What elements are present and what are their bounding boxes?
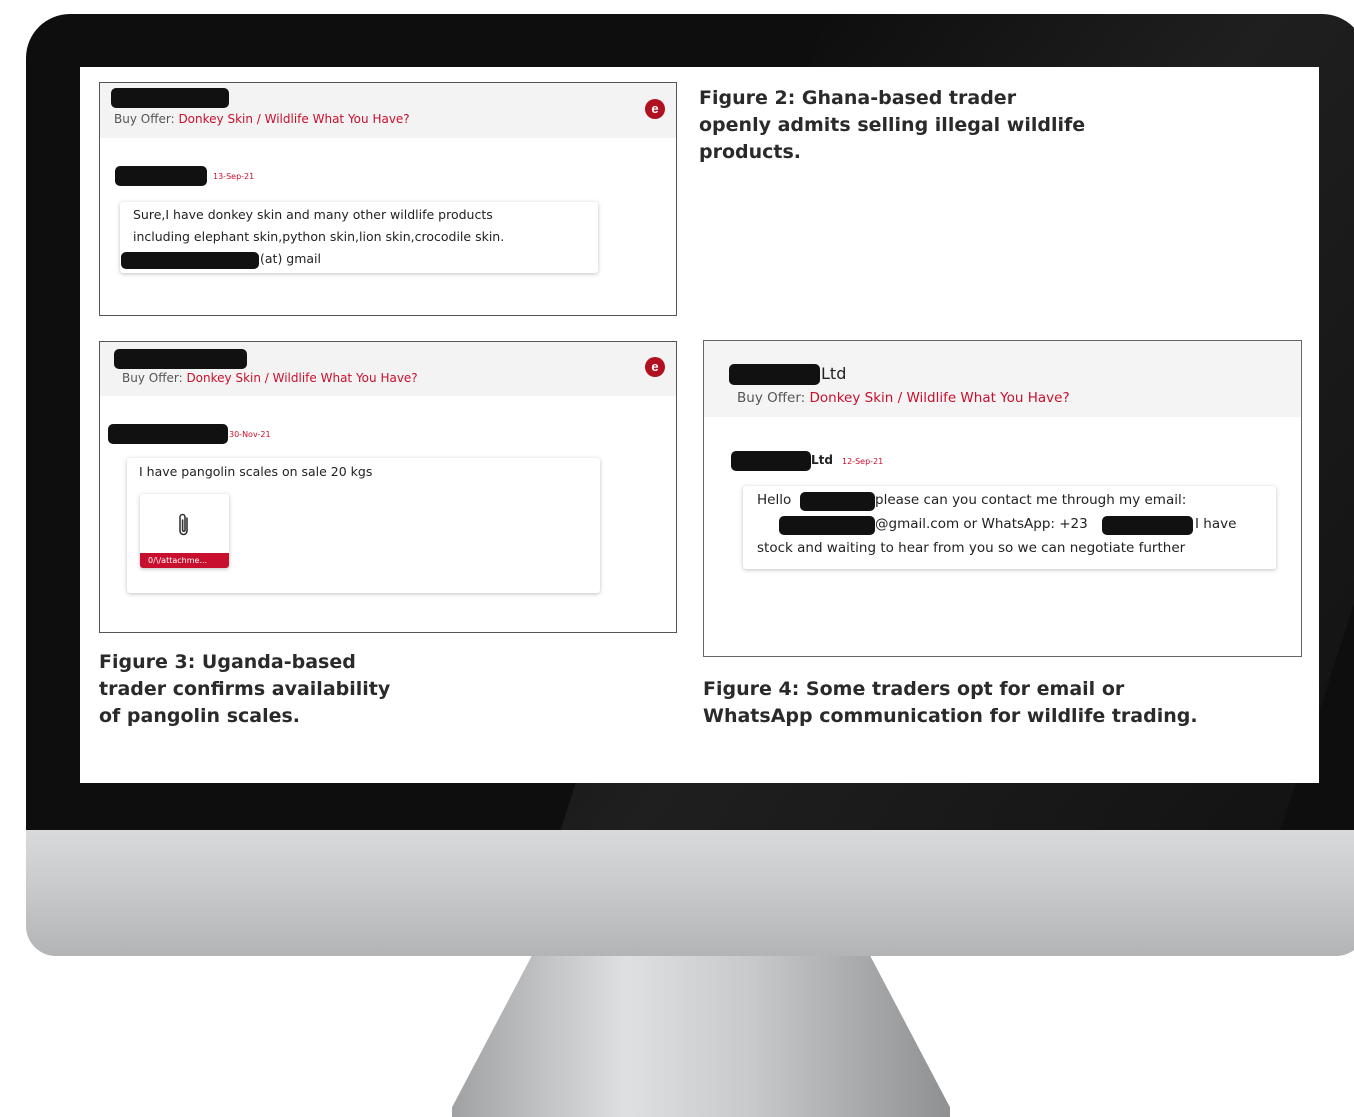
e-badge-icon: e	[645, 357, 665, 377]
offer-prefix: Buy Offer:	[122, 371, 187, 385]
sender-suffix: Ltd	[811, 453, 833, 467]
redacted-name	[800, 492, 875, 511]
offer-prefix: Buy Offer:	[114, 112, 179, 126]
caption-line: trader confirms availability	[99, 678, 391, 700]
offer-link[interactable]: Donkey Skin / Wildlife What You Have?	[186, 371, 417, 385]
offer-prefix: Buy Offer:	[737, 390, 810, 406]
attachment-card[interactable]: 0/\/attachme...	[140, 494, 229, 568]
message-bubble: Hello please can you contact me through …	[743, 486, 1276, 569]
message-line: please can you contact me through my ema…	[875, 492, 1187, 508]
message-date: 13-Sep-21	[213, 172, 255, 181]
offer-link[interactable]: Donkey Skin / Wildlife What You Have?	[178, 112, 409, 126]
message-line: @gmail.com or WhatsApp: +23	[875, 516, 1088, 532]
paperclip-icon	[179, 513, 188, 536]
message-line: Hello	[757, 492, 792, 508]
caption-line: openly admits selling illegal wildlife	[699, 114, 1086, 136]
screenshot-panel-ghana: Buy Offer: Donkey Skin / Wildlife What Y…	[99, 82, 677, 316]
caption-line: Figure 2: Ghana-based trader	[699, 87, 1017, 109]
message-line: stock and waiting to hear from you so we…	[757, 540, 1186, 556]
caption-line: products.	[699, 141, 802, 163]
offer-header: Buy Offer: Donkey Skin / Wildlife What Y…	[100, 342, 676, 396]
offer-link[interactable]: Donkey Skin / Wildlife What You Have?	[809, 390, 1069, 406]
redacted-phone	[1102, 516, 1193, 535]
caption-line: Figure 4: Some traders opt for email or	[703, 678, 1125, 700]
redacted-email	[779, 516, 875, 535]
figure-4-caption: Figure 4: Some traders opt for email or …	[703, 676, 1198, 730]
message-line: I have pangolin scales on sale 20 kgs	[139, 464, 373, 479]
message-bubble: Sure,I have donkey skin and many other w…	[120, 202, 598, 273]
redacted-sender	[108, 424, 228, 444]
offer-header: Buy Offer: Donkey Skin / Wildlife What Y…	[100, 83, 676, 138]
message-date: 12-Sep-21	[842, 457, 884, 466]
buy-offer-line: Buy Offer: Donkey Skin / Wildlife What Y…	[122, 371, 418, 385]
buy-offer-line: Buy Offer: Donkey Skin / Wildlife What Y…	[737, 390, 1070, 406]
caption-line: of pangolin scales.	[99, 705, 301, 727]
figure-3-caption: Figure 3: Uganda-based trader confirms a…	[99, 649, 390, 730]
message-date: 30-Nov-21	[229, 430, 271, 439]
company-suffix: Ltd	[821, 364, 847, 383]
e-badge-icon: e	[645, 99, 665, 119]
redacted-sender	[115, 166, 207, 186]
buy-offer-line: Buy Offer: Donkey Skin / Wildlife What Y…	[114, 112, 410, 126]
monitor-stand	[452, 956, 950, 1117]
attachment-label: 0/\/attachme...	[140, 553, 229, 568]
redacted-name	[114, 349, 247, 369]
redacted-email	[121, 252, 259, 269]
figure-2-caption: Figure 2: Ghana-based trader openly admi…	[699, 85, 1085, 166]
message-line: Sure,I have donkey skin and many other w…	[133, 207, 493, 222]
redacted-sender	[731, 451, 811, 471]
message-bubble: I have pangolin scales on sale 20 kgs 0/…	[127, 458, 600, 593]
redacted-name	[111, 88, 229, 108]
screenshot-panel-contact: Ltd Buy Offer: Donkey Skin / Wildlife Wh…	[703, 340, 1302, 657]
redacted-company	[729, 364, 820, 385]
caption-line: Figure 3: Uganda-based	[99, 651, 356, 673]
monitor-chin	[26, 830, 1354, 956]
screenshot-panel-uganda: Buy Offer: Donkey Skin / Wildlife What Y…	[99, 341, 677, 633]
message-line: I have	[1195, 516, 1237, 532]
caption-line: WhatsApp communication for wildlife trad…	[703, 705, 1198, 727]
message-line: (at) gmail	[260, 251, 322, 266]
screen: Buy Offer: Donkey Skin / Wildlife What Y…	[80, 67, 1319, 783]
message-line: including elephant skin,python skin,lion…	[133, 229, 505, 244]
offer-header: Ltd Buy Offer: Donkey Skin / Wildlife Wh…	[704, 341, 1301, 417]
